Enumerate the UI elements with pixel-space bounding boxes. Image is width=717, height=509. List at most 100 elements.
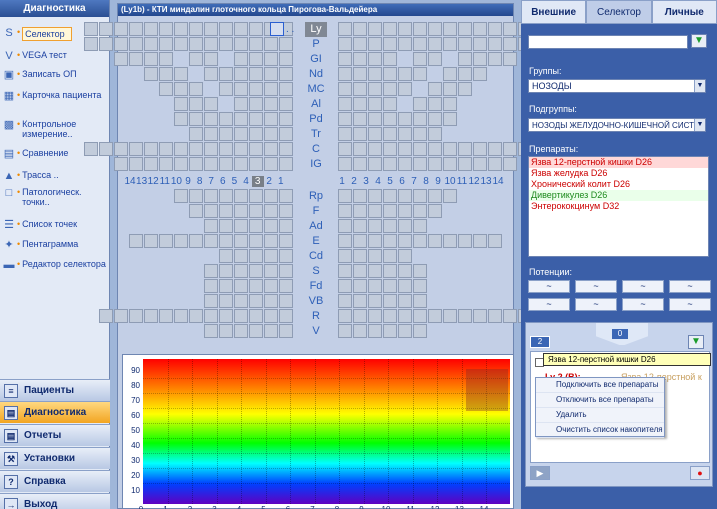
left-number[interactable]: 11: [159, 176, 171, 187]
meridian-label[interactable]: Rp: [305, 189, 327, 204]
grid-cell[interactable]: [413, 294, 427, 308]
right-number[interactable]: 10: [444, 176, 456, 187]
grid-cell[interactable]: [279, 279, 293, 293]
grid-cell[interactable]: [249, 82, 263, 96]
grid-cell[interactable]: [353, 219, 367, 233]
record-icon[interactable]: ●: [690, 466, 710, 480]
grid-cell[interactable]: [353, 189, 367, 203]
grid-cell[interactable]: [488, 234, 502, 248]
grid-cell[interactable]: [413, 189, 427, 203]
meridian-label[interactable]: Al: [305, 97, 327, 112]
grid-cell[interactable]: [249, 234, 263, 248]
grid-cell[interactable]: [249, 142, 263, 156]
left-number[interactable]: 9: [182, 176, 194, 187]
grid-cell[interactable]: [473, 22, 487, 36]
grid-cell[interactable]: [338, 22, 352, 36]
grid-cell[interactable]: [488, 37, 502, 51]
potency-button[interactable]: ~: [622, 298, 664, 311]
grid-cell[interactable]: [338, 52, 352, 66]
grid-cell[interactable]: [383, 52, 397, 66]
grid-cell[interactable]: [413, 234, 427, 248]
grid-cell[interactable]: [443, 234, 457, 248]
grid-cell[interactable]: [383, 249, 397, 263]
grid-cell[interactable]: [114, 157, 128, 171]
potency-button[interactable]: ~: [528, 298, 570, 311]
grid-cell[interactable]: [428, 97, 442, 111]
grid-cell[interactable]: [338, 294, 352, 308]
right-number[interactable]: 1: [336, 176, 348, 187]
grid-cell[interactable]: [428, 82, 442, 96]
grid-cell[interactable]: [234, 157, 248, 171]
grid-cell[interactable]: [219, 294, 233, 308]
grid-cell[interactable]: [249, 324, 263, 338]
grid-cell[interactable]: [204, 204, 218, 218]
grid-cell[interactable]: [338, 324, 352, 338]
grid-cell[interactable]: [264, 97, 278, 111]
nav-item[interactable]: ▬ • Редактор селектора: [3, 259, 107, 271]
grid-cell[interactable]: [279, 97, 293, 111]
grid-cell[interactable]: [234, 112, 248, 126]
grid-cell[interactable]: [428, 142, 442, 156]
grid-cell[interactable]: [413, 112, 427, 126]
grid-cell[interactable]: [443, 142, 457, 156]
grid-cell[interactable]: [189, 37, 203, 51]
grid-cell[interactable]: [234, 294, 248, 308]
grid-cell[interactable]: [129, 157, 143, 171]
grid-cell[interactable]: [353, 97, 367, 111]
grid-cell[interactable]: [129, 52, 143, 66]
grid-cell[interactable]: [174, 234, 188, 248]
grid-cell[interactable]: [264, 204, 278, 218]
grid-cell[interactable]: [353, 142, 367, 156]
grid-cell[interactable]: [234, 219, 248, 233]
grid-cell[interactable]: [129, 309, 143, 323]
grid-cell[interactable]: [398, 219, 412, 233]
grid-cell[interactable]: [249, 189, 263, 203]
grid-cell[interactable]: [398, 22, 412, 36]
grid-cell[interactable]: [383, 204, 397, 218]
grid-cell[interactable]: [473, 234, 487, 248]
grid-cell[interactable]: [234, 204, 248, 218]
preparation-item[interactable]: Дивертикулез D26: [529, 190, 708, 201]
right-number[interactable]: 11: [456, 176, 468, 187]
grid-cell[interactable]: [398, 67, 412, 81]
grid-cell[interactable]: [353, 37, 367, 51]
grid-cell[interactable]: [413, 127, 427, 141]
grid-cell[interactable]: [458, 309, 472, 323]
grid-cell[interactable]: [338, 234, 352, 248]
preparation-item[interactable]: Язва желудка D26: [529, 168, 708, 179]
grid-cell[interactable]: [428, 112, 442, 126]
nav-item[interactable]: ▲ • Трасса ..: [3, 170, 107, 182]
grid-cell[interactable]: [204, 279, 218, 293]
grid-cell[interactable]: [264, 309, 278, 323]
download-icon[interactable]: ▼: [691, 34, 707, 48]
grid-cell[interactable]: [249, 37, 263, 51]
grid-cell[interactable]: [249, 219, 263, 233]
preparation-item[interactable]: Хронический колит D26: [529, 179, 708, 190]
grid-cell[interactable]: [338, 157, 352, 171]
nav-item[interactable]: ▩ • Контрольное измерение..: [3, 119, 107, 139]
potency-button[interactable]: ~: [669, 298, 711, 311]
grid-cell[interactable]: [338, 67, 352, 81]
grid-cell[interactable]: [368, 52, 382, 66]
grid-cell[interactable]: [144, 22, 158, 36]
grid-cell[interactable]: [368, 142, 382, 156]
meridian-label[interactable]: F: [305, 204, 327, 219]
grid-cell[interactable]: [338, 112, 352, 126]
grid-cell[interactable]: [249, 67, 263, 81]
preparation-item[interactable]: Энтерококцинум D32: [529, 201, 708, 212]
grid-cell[interactable]: [383, 112, 397, 126]
grid-cell[interactable]: [338, 127, 352, 141]
grid-cell[interactable]: [99, 142, 113, 156]
grid-cell[interactable]: [353, 127, 367, 141]
grid-cell[interactable]: [264, 142, 278, 156]
grid-cell[interactable]: [234, 249, 248, 263]
grid-cell[interactable]: [338, 309, 352, 323]
grid-cell[interactable]: [174, 112, 188, 126]
grid-cell[interactable]: [144, 309, 158, 323]
grid-cell[interactable]: [413, 142, 427, 156]
grid-cell[interactable]: [428, 37, 442, 51]
grid-cell[interactable]: [159, 22, 173, 36]
grid-cell[interactable]: [279, 37, 293, 51]
tab[interactable]: Внешние: [521, 0, 587, 24]
grid-cell[interactable]: [279, 234, 293, 248]
